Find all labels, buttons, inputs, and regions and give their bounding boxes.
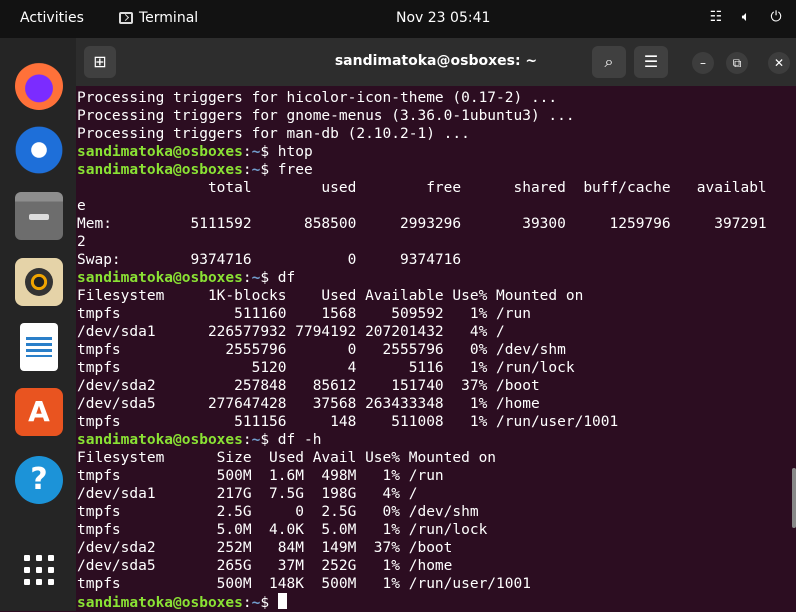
output-line: /dev/sda5 265G 37M 252G 1% /home [77,558,453,574]
output-line: /dev/sda2 257848 85612 151740 37% /boot [77,378,540,394]
command-text [269,595,278,611]
thunderbird-icon[interactable] [15,126,63,174]
prompt-line: sandimatoka@osboxes:~$ df [77,269,795,287]
command-text: df -h [269,432,322,448]
window-header[interactable]: ⊞ sandimatoka@osboxes: ~ ⌕ ☰ – ⧉ ✕ [76,38,796,86]
output-line: /dev/sda1 217G 7.5G 198G 4% / [77,486,418,502]
show-applications-icon[interactable] [15,546,63,594]
output-line: tmpfs 500M 1.6M 498M 1% /run [77,468,444,484]
power-icon[interactable]: ⏻ [768,9,784,25]
prompt-user-host: sandimatoka@osboxes [77,270,243,286]
ubuntu-software-icon[interactable]: A [15,388,63,436]
text-cursor [277,593,287,609]
rhythmbox-icon[interactable] [15,258,63,306]
prompt-colon: : [242,432,252,448]
output-line: Filesystem 1K-blocks Used Available Use%… [77,288,584,304]
app-menu[interactable]: Terminal [119,10,198,26]
help-icon[interactable]: ? [15,456,63,504]
output-line: tmpfs 511160 1568 509592 1% /run [77,306,531,322]
output-line: Processing triggers for hicolor-icon-the… [77,90,558,106]
volume-icon[interactable]: 🔈︎ [738,9,754,25]
prompt-symbol: $ [260,432,270,448]
prompt-symbol: $ [260,162,270,178]
output-line: /dev/sda1 226577932 7794192 207201432 4%… [77,324,505,340]
prompt-colon: : [242,270,252,286]
output-line: Processing triggers for man-db (2.10.2-1… [77,126,470,142]
libreoffice-writer-icon[interactable] [20,323,58,371]
prompt-line: sandimatoka@osboxes:~$ htop [77,143,795,161]
output-line: total used free shared buff/cache availa… [77,180,767,196]
maximize-button[interactable]: ⧉ [726,52,748,74]
output-line: tmpfs 500M 148K 500M 1% /run/user/1001 [77,576,531,592]
activities-button[interactable]: Activities [20,10,84,26]
minimize-icon: – [700,56,706,70]
search-icon: ⌕ [604,52,614,71]
output-line: 2 [77,234,86,250]
command-text: df [269,270,296,286]
output-line: /dev/sda2 252M 84M 149M 37% /boot [77,540,453,556]
prompt-symbol: $ [260,270,270,286]
prompt-user-host: sandimatoka@osboxes [77,432,243,448]
output-line: Mem: 5111592 858500 2993296 39300 125979… [77,216,767,232]
prompt-symbol: $ [260,595,270,611]
prompt-user-host: sandimatoka@osboxes [77,595,243,611]
terminal-output[interactable]: Processing triggers for hicolor-icon-the… [77,89,795,611]
network-icon[interactable]: ☷ [708,9,724,25]
search-button[interactable]: ⌕ [592,46,626,78]
close-button[interactable]: ✕ [768,52,790,74]
prompt-symbol: $ [260,144,270,160]
output-line: tmpfs 511156 148 511008 1% /run/user/100… [77,414,619,430]
clock[interactable]: Nov 23 05:41 [396,10,490,26]
output-line: /dev/sda5 277647428 37568 263433348 1% /… [77,396,540,412]
close-icon: ✕ [773,56,785,70]
restore-icon: ⧉ [732,56,742,70]
prompt-line: sandimatoka@osboxes:~$ [77,593,795,611]
output-line: Processing triggers for gnome-menus (3.3… [77,108,575,124]
output-line: Filesystem Size Used Avail Use% Mounted … [77,450,497,466]
output-line: tmpfs 2555796 0 2555796 0% /dev/shm [77,342,566,358]
minimize-button[interactable]: – [692,52,714,74]
output-line: tmpfs 2.5G 0 2.5G 0% /dev/shm [77,504,479,520]
system-status-area[interactable]: ☷ 🔈︎ ⏻ [708,9,784,25]
app-name: Terminal [139,10,199,26]
prompt-user-host: sandimatoka@osboxes [77,162,243,178]
output-line: tmpfs 5120 4 5116 1% /run/lock [77,360,575,376]
files-icon[interactable] [15,192,63,240]
scrollbar[interactable] [792,468,796,528]
output-line: Swap: 9374716 0 9374716 [77,252,462,268]
prompt-colon: : [242,144,252,160]
command-text: htop [269,144,313,160]
command-text: free [269,162,313,178]
prompt-colon: : [242,162,252,178]
terminal-icon [119,12,133,24]
top-bar: Activities Terminal Nov 23 05:41 ☷ 🔈︎ ⏻ [0,0,796,38]
window-title: sandimatoka@osboxes: ~ [334,53,538,69]
menu-button[interactable]: ☰ [634,46,668,78]
prompt-user-host: sandimatoka@osboxes [77,144,243,160]
terminal-window: ⊞ sandimatoka@osboxes: ~ ⌕ ☰ – ⧉ ✕ Proce… [76,38,796,611]
dock: A ? [0,38,76,611]
prompt-line: sandimatoka@osboxes:~$ df -h [77,431,795,449]
prompt-line: sandimatoka@osboxes:~$ free [77,161,795,179]
hamburger-menu-icon: ☰ [643,52,659,71]
firefox-icon[interactable] [15,62,63,110]
output-line: tmpfs 5.0M 4.0K 5.0M 1% /run/lock [77,522,488,538]
output-line: e [77,198,86,214]
prompt-colon: : [242,595,252,611]
